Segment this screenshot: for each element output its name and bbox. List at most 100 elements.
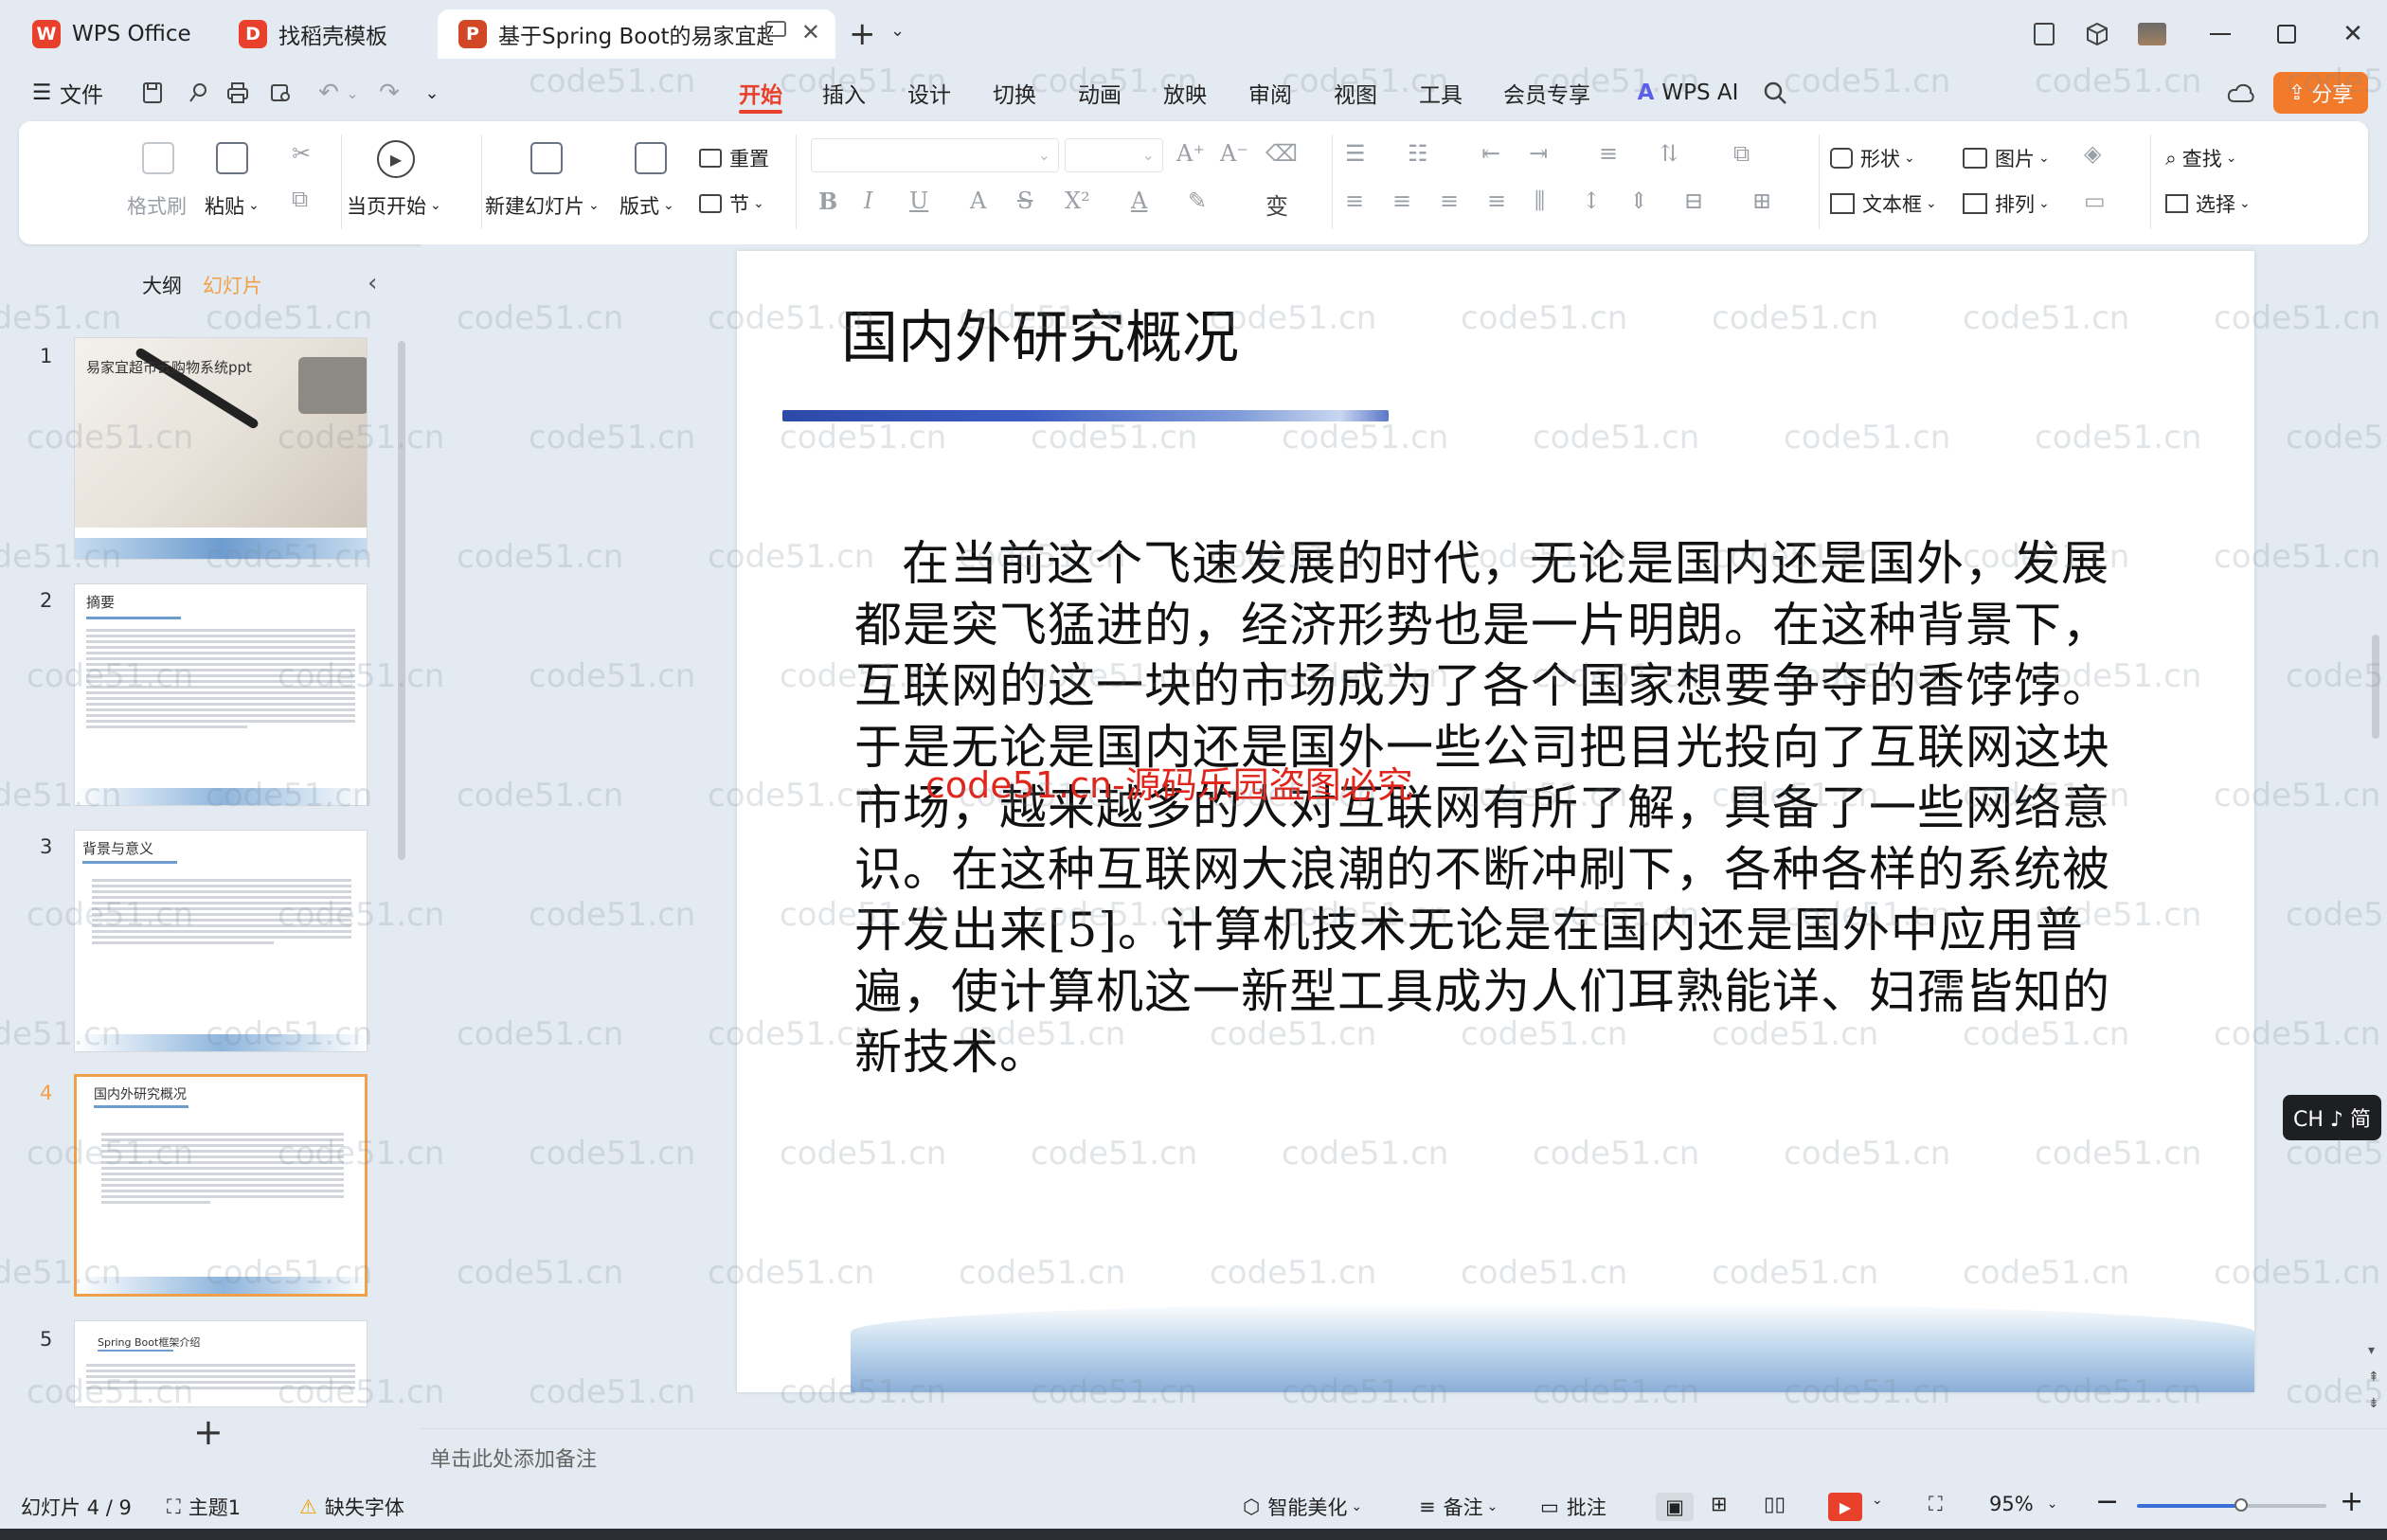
- decrease-indent-icon[interactable]: ⇤: [1481, 140, 1500, 167]
- clear-format-icon[interactable]: ⌫: [1265, 140, 1298, 167]
- strikethrough-icon[interactable]: S: [1017, 188, 1032, 214]
- notes-toggle-button[interactable]: ≡ 备注 ⌄: [1419, 1493, 1498, 1521]
- menu-design[interactable]: 设计: [906, 76, 953, 110]
- menu-transitions[interactable]: 切换: [991, 76, 1038, 110]
- theme-button[interactable]: ⛶ 主题1: [167, 1493, 241, 1521]
- minimize-icon[interactable]: [2203, 17, 2237, 51]
- find-button[interactable]: ⌕ 查找 ⌄: [2165, 144, 2237, 172]
- add-slide-button[interactable]: +: [193, 1411, 224, 1453]
- zoom-out-icon[interactable]: −: [2095, 1485, 2119, 1518]
- more-chevron-icon[interactable]: ⌄: [421, 76, 443, 110]
- menu-insert[interactable]: 插入: [820, 76, 868, 110]
- justify-icon[interactable]: ≡: [1487, 188, 1506, 214]
- print-preview-icon[interactable]: [267, 76, 296, 110]
- undo-chevron-icon[interactable]: ⌄: [343, 76, 362, 110]
- font-color-icon[interactable]: A: [1131, 188, 1147, 214]
- highlight-icon[interactable]: ✎: [1188, 188, 1207, 214]
- cloud-icon[interactable]: [2222, 76, 2260, 110]
- convert-smartart-icon[interactable]: ⧉: [1733, 140, 1750, 167]
- fit-window-icon[interactable]: ⛶: [1929, 1493, 1943, 1516]
- bullets-icon[interactable]: ☰: [1345, 140, 1366, 167]
- undo-icon[interactable]: ↶: [313, 76, 345, 110]
- italic-icon[interactable]: I: [864, 188, 872, 214]
- scroll-down-icon[interactable]: ▾: [2368, 1343, 2375, 1358]
- reset-button[interactable]: 重置: [699, 144, 769, 172]
- slide-sorter-icon[interactable]: ⊞: [1711, 1493, 1728, 1515]
- copy-icon[interactable]: ⧉: [292, 186, 308, 212]
- monitor-icon[interactable]: [765, 21, 786, 37]
- slide-thumbnail-3[interactable]: 背景与意义: [74, 830, 368, 1052]
- tab-slides[interactable]: 幻灯片: [203, 271, 262, 299]
- superscript-icon[interactable]: X²: [1065, 188, 1090, 214]
- align-center-icon[interactable]: ≡: [1392, 188, 1411, 214]
- search-icon[interactable]: [1758, 76, 1792, 110]
- picture-button[interactable]: 图片 ⌄: [1963, 144, 2050, 172]
- next-slide-icon[interactable]: ⇟: [2368, 1396, 2379, 1411]
- format-painter-button[interactable]: 格式刷: [127, 191, 187, 220]
- tab-list-chevron-icon[interactable]: ⌄: [890, 21, 905, 41]
- font-size-select[interactable]: ⌄: [1065, 138, 1163, 172]
- avatar[interactable]: [2135, 17, 2169, 51]
- layout-button[interactable]: 版式 ⌄: [619, 191, 674, 220]
- decrease-font-icon[interactable]: A⁻: [1220, 140, 1248, 167]
- text-align-vertical-icon[interactable]: ⊟: [1684, 188, 1703, 214]
- slide-title[interactable]: 国内外研究概况: [841, 292, 1239, 374]
- textbox-button[interactable]: 文本框 ⌄: [1830, 189, 1937, 218]
- slide-thumbnail-2[interactable]: 摘要: [74, 583, 368, 806]
- cube-icon[interactable]: [2080, 17, 2114, 51]
- cut-icon[interactable]: ✂: [292, 140, 311, 167]
- menu-file[interactable]: 文件: [57, 76, 106, 110]
- text-direction-icon[interactable]: ≡: [1599, 140, 1618, 167]
- menu-review[interactable]: 审阅: [1247, 76, 1294, 110]
- paragraph-spacing-icon[interactable]: ⇕: [1629, 188, 1648, 214]
- smart-beautify-button[interactable]: ⬡ 智能美化 ⌄: [1243, 1493, 1362, 1521]
- section-button[interactable]: 节 ⌄: [699, 189, 764, 218]
- new-slide-button[interactable]: 新建幻灯片 ⌄: [485, 191, 600, 220]
- tab-presentation-document[interactable]: P 基于Spring Boot的易家宜超市 ✕: [438, 9, 835, 59]
- select-button[interactable]: 选择 ⌄: [2165, 189, 2251, 218]
- print-icon[interactable]: [224, 76, 252, 110]
- close-tab-icon[interactable]: ✕: [801, 19, 820, 45]
- menu-wps-ai[interactable]: A WPS AI: [1635, 76, 1741, 110]
- menu-member[interactable]: 会员专享: [1502, 76, 1591, 110]
- phonetic-guide-icon[interactable]: 变: [1265, 188, 1288, 221]
- ime-indicator[interactable]: CH ♪ 简: [2283, 1095, 2381, 1140]
- menu-animations[interactable]: 动画: [1076, 76, 1123, 110]
- paste-button[interactable]: 粘贴 ⌄: [205, 191, 260, 220]
- slide-thumbnail-5[interactable]: Spring Boot框架介绍: [74, 1320, 368, 1407]
- play-from-current-button[interactable]: 当页开始 ⌄: [347, 191, 441, 220]
- slide-body-text[interactable]: 在当前这个飞速发展的时代，无论是国内还是国外，发展都是突飞猛进的，经济形势也是一…: [854, 533, 2124, 1083]
- align-left-icon[interactable]: ≡: [1345, 188, 1364, 214]
- align-right-icon[interactable]: ≡: [1440, 188, 1459, 214]
- tab-docer-templates[interactable]: D 找稻壳模板: [218, 9, 430, 59]
- export-pdf-icon[interactable]: [184, 76, 212, 110]
- redo-icon[interactable]: ↷: [373, 76, 405, 110]
- slide-thumbnail-4[interactable]: 国内外研究概况: [74, 1074, 368, 1297]
- outline-color-icon[interactable]: ▭: [2084, 188, 2106, 214]
- fill-color-icon[interactable]: ◈: [2084, 140, 2101, 167]
- sort-icon[interactable]: ⇅: [1660, 140, 1678, 167]
- zoom-slider[interactable]: [2137, 1498, 2326, 1512]
- shape-button[interactable]: 形状 ⌄: [1830, 144, 1915, 172]
- menu-slideshow[interactable]: 放映: [1161, 76, 1209, 110]
- hamburger-icon[interactable]: ☰: [25, 76, 59, 110]
- menu-view[interactable]: 视图: [1332, 76, 1379, 110]
- zoom-slider-handle[interactable]: [2234, 1498, 2248, 1512]
- restore-icon[interactable]: [2270, 17, 2304, 51]
- thumbnail-scrollbar[interactable]: [398, 341, 405, 860]
- zoom-in-icon[interactable]: +: [2340, 1485, 2363, 1518]
- menu-tools[interactable]: 工具: [1417, 76, 1464, 110]
- share-button[interactable]: ⇪ 分享: [2273, 72, 2368, 114]
- increase-indent-icon[interactable]: ⇥: [1529, 140, 1548, 167]
- new-tab-button[interactable]: +: [849, 15, 876, 53]
- save-icon[interactable]: [138, 76, 167, 110]
- normal-view-icon[interactable]: ▣: [1656, 1493, 1694, 1521]
- slide-thumbnail-1[interactable]: 易家宜超市云购物系统ppt: [74, 337, 368, 560]
- collapse-panel-icon[interactable]: ‹: [368, 269, 377, 297]
- close-window-icon[interactable]: ✕: [2336, 17, 2370, 51]
- increase-font-icon[interactable]: A⁺: [1176, 140, 1205, 167]
- shadow-icon[interactable]: A: [970, 188, 986, 214]
- slideshow-chevron-icon[interactable]: ⌄: [1872, 1493, 1883, 1508]
- notes-pane[interactable]: 单击此处添加备注: [421, 1428, 2387, 1481]
- arrange-button[interactable]: 排列 ⌄: [1963, 189, 2050, 218]
